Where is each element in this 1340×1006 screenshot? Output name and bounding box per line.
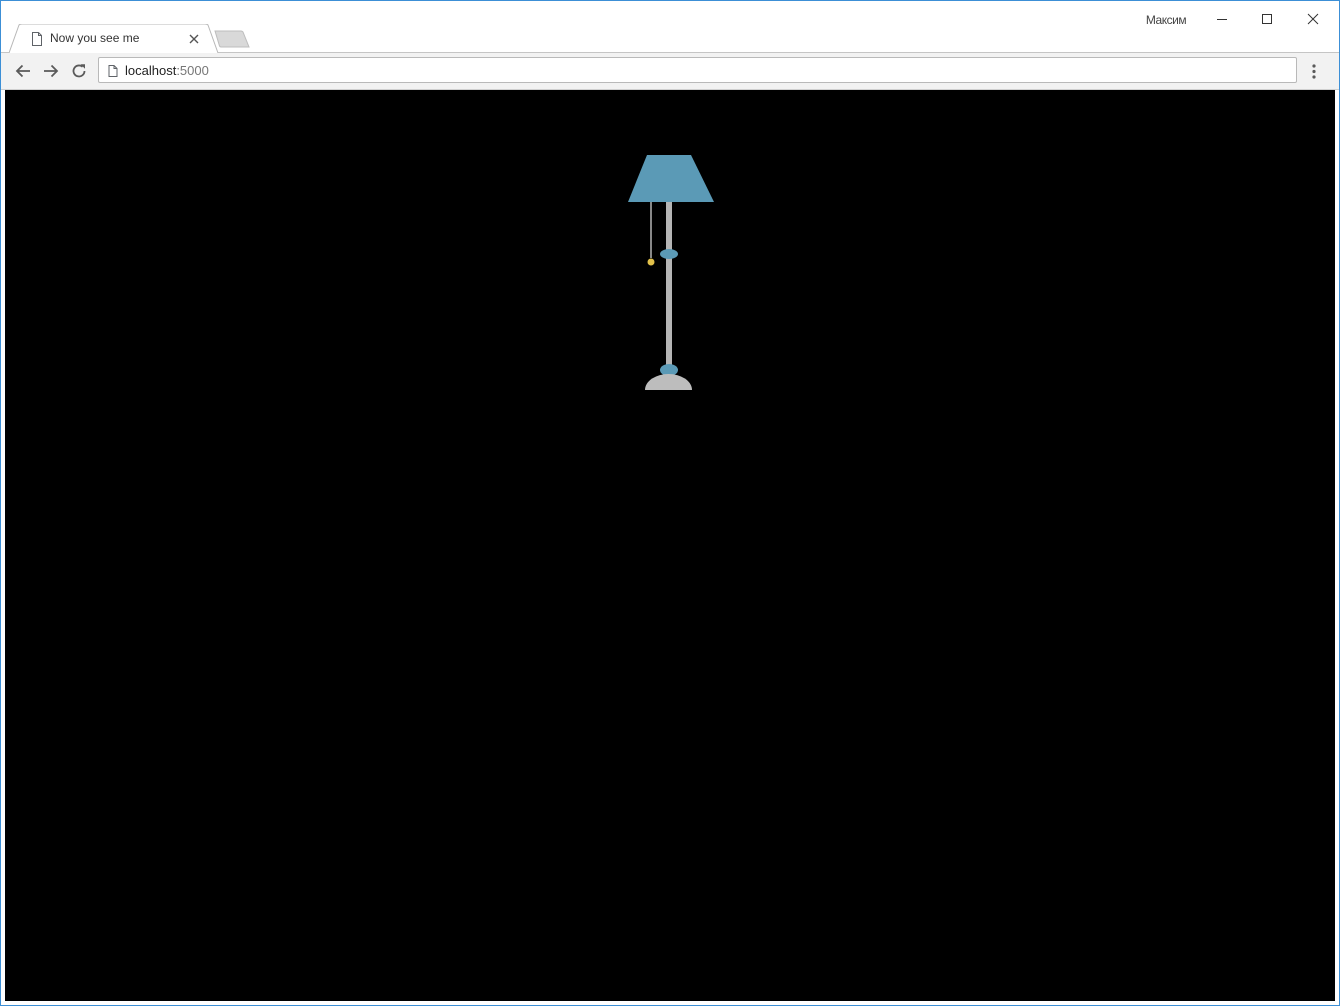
- minimize-icon: [1217, 19, 1227, 20]
- close-icon[interactable]: [188, 32, 200, 44]
- page-viewport: [5, 90, 1335, 1001]
- lamp-base: [645, 374, 692, 390]
- lamp-pole: [666, 202, 672, 370]
- reload-icon: [72, 64, 86, 78]
- tab-active[interactable]: Now you see me: [9, 24, 219, 53]
- back-button[interactable]: [12, 60, 34, 82]
- reload-button[interactable]: [68, 60, 90, 82]
- maximize-icon: [1262, 14, 1272, 24]
- profile-name[interactable]: Максим: [1139, 13, 1193, 27]
- browser-menu-button[interactable]: [1307, 62, 1321, 82]
- lamp-shade: [628, 155, 714, 202]
- minimize-button[interactable]: [1207, 7, 1237, 31]
- forward-button[interactable]: [40, 60, 62, 82]
- arrow-left-icon: [15, 64, 30, 78]
- new-tab-button[interactable]: [213, 30, 251, 48]
- title-bar: Now you see me Максим: [1, 1, 1339, 53]
- tab-title: Now you see me: [50, 31, 140, 45]
- close-icon: [1307, 13, 1319, 25]
- url-port: :5000: [176, 63, 209, 78]
- floor-lamp: [628, 155, 714, 390]
- arrow-right-icon: [44, 64, 59, 78]
- url-text[interactable]: localhost:5000: [125, 63, 209, 78]
- page-icon: [108, 64, 118, 82]
- toolbar: localhost:5000: [1, 53, 1339, 90]
- page-icon: [31, 32, 43, 46]
- address-bar[interactable]: localhost:5000: [98, 57, 1297, 83]
- maximize-button[interactable]: [1252, 7, 1282, 31]
- close-window-button[interactable]: [1298, 7, 1328, 31]
- lamp-switch-hotspot[interactable]: [645, 201, 665, 267]
- kebab-menu-icon: [1312, 64, 1316, 79]
- browser-window: Now you see me Максим localhost:5000: [0, 0, 1340, 1006]
- url-host: localhost: [125, 63, 177, 78]
